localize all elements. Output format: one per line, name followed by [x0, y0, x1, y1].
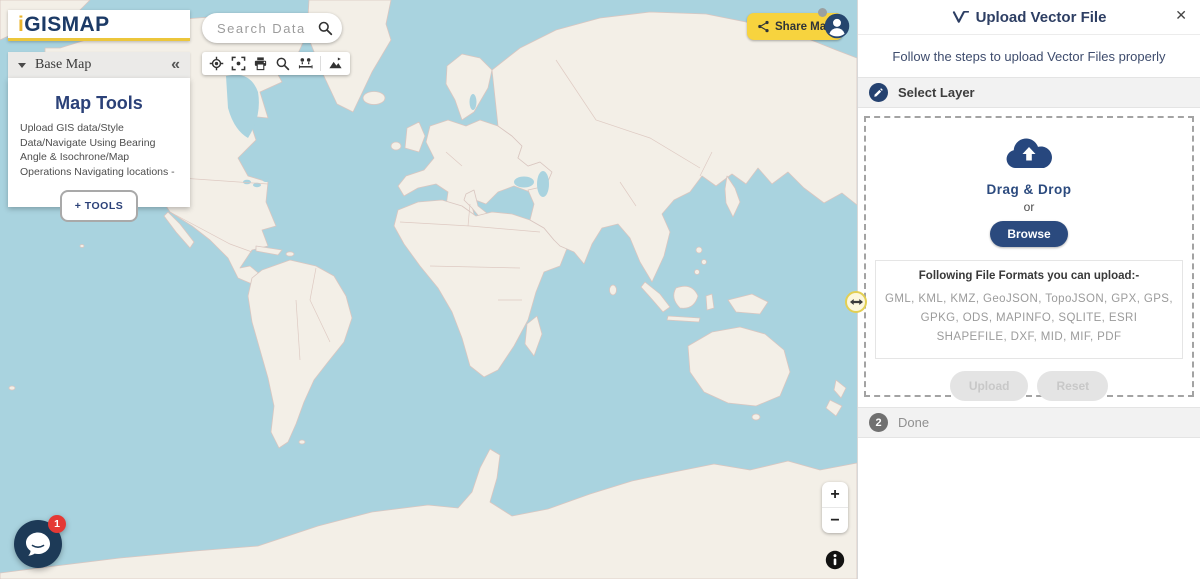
dropzone-actions: Upload Reset — [866, 371, 1192, 401]
toolbar-divider — [320, 56, 321, 71]
focus-extent-icon[interactable] — [231, 56, 246, 71]
base-map-label: Base Map — [35, 57, 91, 73]
step1-label: Select Layer — [898, 85, 975, 100]
chat-launcher[interactable]: 1 — [14, 520, 62, 568]
search-icon[interactable] — [317, 20, 333, 36]
pencil-icon — [873, 87, 884, 98]
logo[interactable]: iGISMAP — [8, 10, 190, 41]
attribution-info-icon[interactable] — [825, 550, 845, 570]
or-label: or — [866, 200, 1192, 214]
file-formats-title: Following File Formats you can upload:- — [884, 270, 1174, 282]
step2-label: Done — [898, 415, 929, 430]
horizontal-resize-icon — [850, 298, 863, 306]
map-tools-card: Map Tools Upload GIS data/Style Data/Nav… — [8, 78, 190, 207]
panel-subtitle: Follow the steps to upload Vector Files … — [858, 35, 1200, 77]
panel-resize-handle[interactable] — [845, 291, 867, 313]
my-location-icon[interactable] — [209, 56, 224, 71]
logo-text: iGISMAP — [18, 14, 110, 35]
upload-button[interactable]: Upload — [950, 371, 1029, 401]
logo-rest: GISMAP — [24, 13, 109, 36]
map-tools-title: Map Tools — [8, 93, 190, 114]
close-icon[interactable]: ✕ — [1175, 8, 1187, 22]
map-toolbar — [202, 52, 350, 75]
step-done[interactable]: 2 Done — [858, 407, 1200, 438]
panel-title: Upload Vector File — [976, 9, 1107, 26]
cloud-upload-icon — [1003, 135, 1055, 173]
tools-button[interactable]: + TOOLS — [60, 190, 139, 222]
step-select-layer[interactable]: Select Layer — [858, 77, 1200, 108]
chat-unread-badge: 1 — [48, 515, 66, 533]
zoom-search-icon[interactable] — [275, 56, 290, 71]
step2-number: 2 — [869, 413, 888, 432]
zoom-in-button[interactable]: + — [822, 482, 848, 507]
file-dropzone[interactable]: Drag & Drop or Browse Following File For… — [864, 116, 1194, 397]
edit-step-icon — [869, 83, 888, 102]
collapse-sidebar-button[interactable]: « — [171, 57, 180, 73]
search-box — [202, 13, 342, 43]
reset-button[interactable]: Reset — [1037, 371, 1108, 401]
base-map-dropdown[interactable]: Base Map « — [8, 52, 190, 78]
basemap-gallery-icon[interactable] — [328, 56, 343, 71]
drag-drop-label: Drag & Drop — [866, 182, 1192, 197]
measure-distance-icon[interactable] — [298, 56, 313, 71]
dropdown-caret-icon — [18, 63, 26, 68]
app-window: iGISMAP Base Map « Map Tools Upload GIS … — [0, 0, 1200, 579]
file-formats-box: Following File Formats you can upload:- … — [875, 260, 1183, 359]
vector-file-icon — [952, 10, 969, 24]
map-tools-description: Upload GIS data/Style Data/Navigate Usin… — [20, 121, 178, 180]
zoom-out-button[interactable]: − — [822, 508, 848, 533]
browse-button[interactable]: Browse — [990, 221, 1067, 247]
zoom-control: + − — [822, 482, 848, 533]
share-icon — [757, 20, 770, 33]
account-icon[interactable] — [823, 12, 851, 40]
upload-vector-panel: Upload Vector File ✕ Follow the steps to… — [857, 0, 1200, 579]
step2-wrap: 2 Done — [858, 407, 1200, 438]
panel-header: Upload Vector File ✕ — [858, 0, 1200, 35]
file-formats-list: GML, KML, KMZ, GeoJSON, TopoJSON, GPX, G… — [884, 290, 1174, 347]
print-icon[interactable] — [253, 56, 268, 71]
